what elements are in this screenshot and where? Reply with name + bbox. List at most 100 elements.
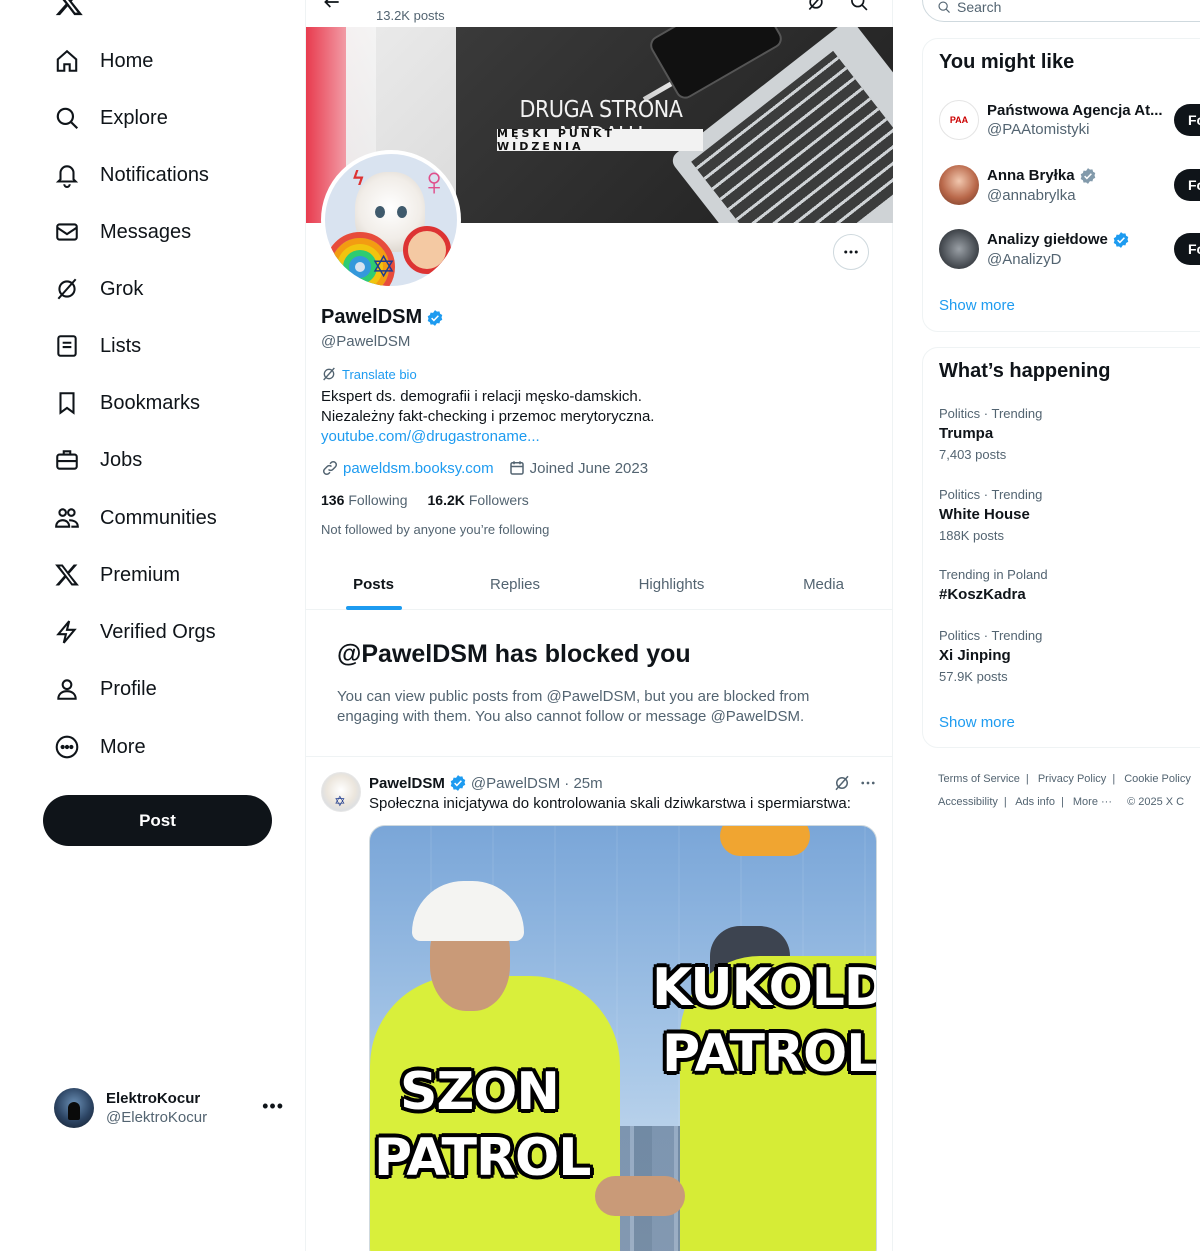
grok-icon[interactable]: [806, 0, 826, 12]
follow-button[interactable]: Fo: [1174, 233, 1200, 265]
who-to-follow-panel: You might like PAA Państwowa Agencja At.…: [922, 38, 1200, 332]
suggestion-name: Anna Bryłka: [987, 167, 1075, 184]
profile-name: PawelDSM: [321, 306, 423, 328]
nav-jobs[interactable]: Jobs: [46, 435, 154, 485]
nav-messages[interactable]: Messages: [46, 207, 203, 257]
tab-posts[interactable]: Posts: [306, 558, 441, 610]
nav-label: Lists: [100, 334, 142, 357]
blocked-notice: @PawelDSM has blocked you You can view p…: [337, 640, 867, 727]
show-more-link[interactable]: Show more: [939, 714, 1015, 731]
nav-label: Grok: [100, 277, 144, 300]
trend-item[interactable]: Politics · Trending White House 188K pos…: [939, 487, 1199, 543]
follow-button[interactable]: Fo: [1174, 104, 1200, 136]
translate-bio-link[interactable]: Translate bio: [321, 366, 417, 382]
avatar: [54, 1088, 94, 1128]
tab-replies[interactable]: Replies: [441, 558, 589, 610]
bio-link[interactable]: youtube.com/@drugastroname...: [321, 427, 861, 447]
not-followed-notice: Not followed by anyone you’re following: [321, 522, 550, 537]
website-link[interactable]: paweldsm.booksy.com: [343, 460, 494, 477]
panel-title: You might like: [939, 51, 1075, 73]
post-button[interactable]: Post: [43, 795, 272, 846]
home-icon: [54, 48, 80, 74]
nav-label: Bookmarks: [100, 391, 201, 414]
more-dots-icon: [844, 250, 858, 254]
more-dots-icon[interactable]: [859, 774, 877, 792]
account-switcher[interactable]: ElektroKocur @ElektroKocur •••: [46, 1078, 296, 1138]
following-count: 136: [321, 492, 345, 508]
trend-context: Politics · Trending: [939, 406, 1043, 421]
left-navigation: Home Explore Notifications Messages Grok…: [0, 0, 305, 1251]
nav-profile[interactable]: Profile: [46, 664, 169, 714]
search-placeholder: Search: [957, 0, 1002, 15]
nav-label: Jobs: [100, 448, 143, 471]
cookie-link[interactable]: Cookie Policy: [1124, 773, 1191, 785]
trend-item[interactable]: Politics · Trending Trumpa 7,403 posts: [939, 406, 1199, 462]
back-arrow-icon[interactable]: [322, 0, 342, 12]
nav-premium[interactable]: Premium: [46, 550, 192, 600]
profile-display-name: PawelDSM: [321, 306, 444, 329]
briefcase-icon: [54, 447, 80, 473]
bio-line: Niezależny fakt-checking i przemoc meryt…: [321, 408, 655, 425]
trend-context: Trending in Poland: [939, 567, 1048, 582]
nav-lists[interactable]: Lists: [46, 321, 153, 371]
verified-badge-icon[interactable]: [426, 309, 444, 327]
profile-avatar[interactable]: ✡ ♀ ϟ: [321, 150, 461, 290]
nav-label: Profile: [100, 677, 157, 700]
search-icon[interactable]: [849, 0, 869, 12]
nav-verified-orgs[interactable]: Verified Orgs: [46, 607, 228, 657]
tweet-actions: [833, 774, 877, 792]
nav-notifications[interactable]: Notifications: [46, 150, 221, 200]
trend-item[interactable]: Politics · Trending Xi Jinping 57.9K pos…: [939, 628, 1199, 684]
avatar[interactable]: [321, 772, 361, 812]
more-circle-icon: [54, 734, 80, 760]
tweet-time[interactable]: · 25m: [564, 775, 602, 792]
more-link[interactable]: More ···: [1073, 796, 1112, 808]
profile-handle: @PawelDSM: [321, 333, 411, 350]
link-icon: [322, 460, 338, 476]
following-label: Following: [348, 492, 408, 508]
more-options-button[interactable]: [833, 234, 869, 270]
suggestion-item[interactable]: PAA Państwowa Agencja At... @PAAtomistyk…: [939, 94, 1200, 146]
trend-item[interactable]: Trending in Poland #KoszKadra: [939, 567, 1199, 603]
show-more-link[interactable]: Show more: [939, 297, 1015, 314]
tab-media[interactable]: Media: [754, 558, 893, 610]
tweet-author-handle[interactable]: @PawelDSM: [471, 775, 560, 792]
right-sidebar: Search You might like PAA Państwowa Agen…: [893, 0, 1200, 1251]
blocked-title: @PawelDSM has blocked you: [337, 640, 691, 668]
more-dots-icon[interactable]: •••: [262, 1096, 284, 1117]
search-input[interactable]: Search: [922, 0, 1200, 22]
nav-explore[interactable]: Explore: [46, 93, 180, 143]
lightning-icon: [54, 619, 80, 645]
tweet-header: PawelDSM @PawelDSM · 25m: [369, 774, 603, 792]
trend-count: 57.9K posts: [939, 669, 1008, 684]
suggestion-item[interactable]: Analizy giełdowe @AnalizyD Fo: [939, 223, 1200, 275]
x-logo-icon[interactable]: [54, 0, 84, 18]
nav-home[interactable]: Home: [46, 36, 165, 86]
panel-title: What’s happening: [939, 360, 1111, 382]
suggestion-item[interactable]: Anna Bryłka @annabrylka Fo: [939, 159, 1200, 211]
tweet-author-name[interactable]: PawelDSM: [369, 775, 445, 792]
terms-link[interactable]: Terms of Service: [938, 773, 1020, 785]
trend-count: 7,403 posts: [939, 447, 1007, 462]
tweet-image[interactable]: KUKOLD PATROL SZON PATROL: [369, 825, 877, 1251]
ads-info-link[interactable]: Ads info: [1015, 796, 1055, 808]
nav-communities[interactable]: Communities: [46, 493, 229, 543]
follow-button[interactable]: Fo: [1174, 169, 1200, 201]
nav-label: Explore: [100, 106, 168, 129]
list-icon: [54, 333, 80, 359]
tweet[interactable]: PawelDSM @PawelDSM · 25m Społeczna inicj…: [306, 757, 893, 1251]
nav-bookmarks[interactable]: Bookmarks: [46, 378, 212, 428]
followers-link[interactable]: 16.2K Followers: [428, 492, 529, 508]
meme-caption: KUKOLD: [652, 958, 877, 1018]
trend-context: Politics · Trending: [939, 487, 1043, 502]
nav-more[interactable]: More: [46, 722, 158, 772]
trend-context: Politics · Trending: [939, 628, 1043, 643]
accessibility-link[interactable]: Accessibility: [938, 796, 998, 808]
tab-highlights[interactable]: Highlights: [589, 558, 754, 610]
privacy-link[interactable]: Privacy Policy: [1038, 773, 1106, 785]
verified-badge-icon: [1113, 231, 1129, 248]
trend-title: Trumpa: [939, 425, 994, 442]
grok-icon[interactable]: [833, 774, 851, 792]
nav-grok[interactable]: Grok: [46, 264, 155, 314]
following-link[interactable]: 136 Following: [321, 492, 408, 508]
